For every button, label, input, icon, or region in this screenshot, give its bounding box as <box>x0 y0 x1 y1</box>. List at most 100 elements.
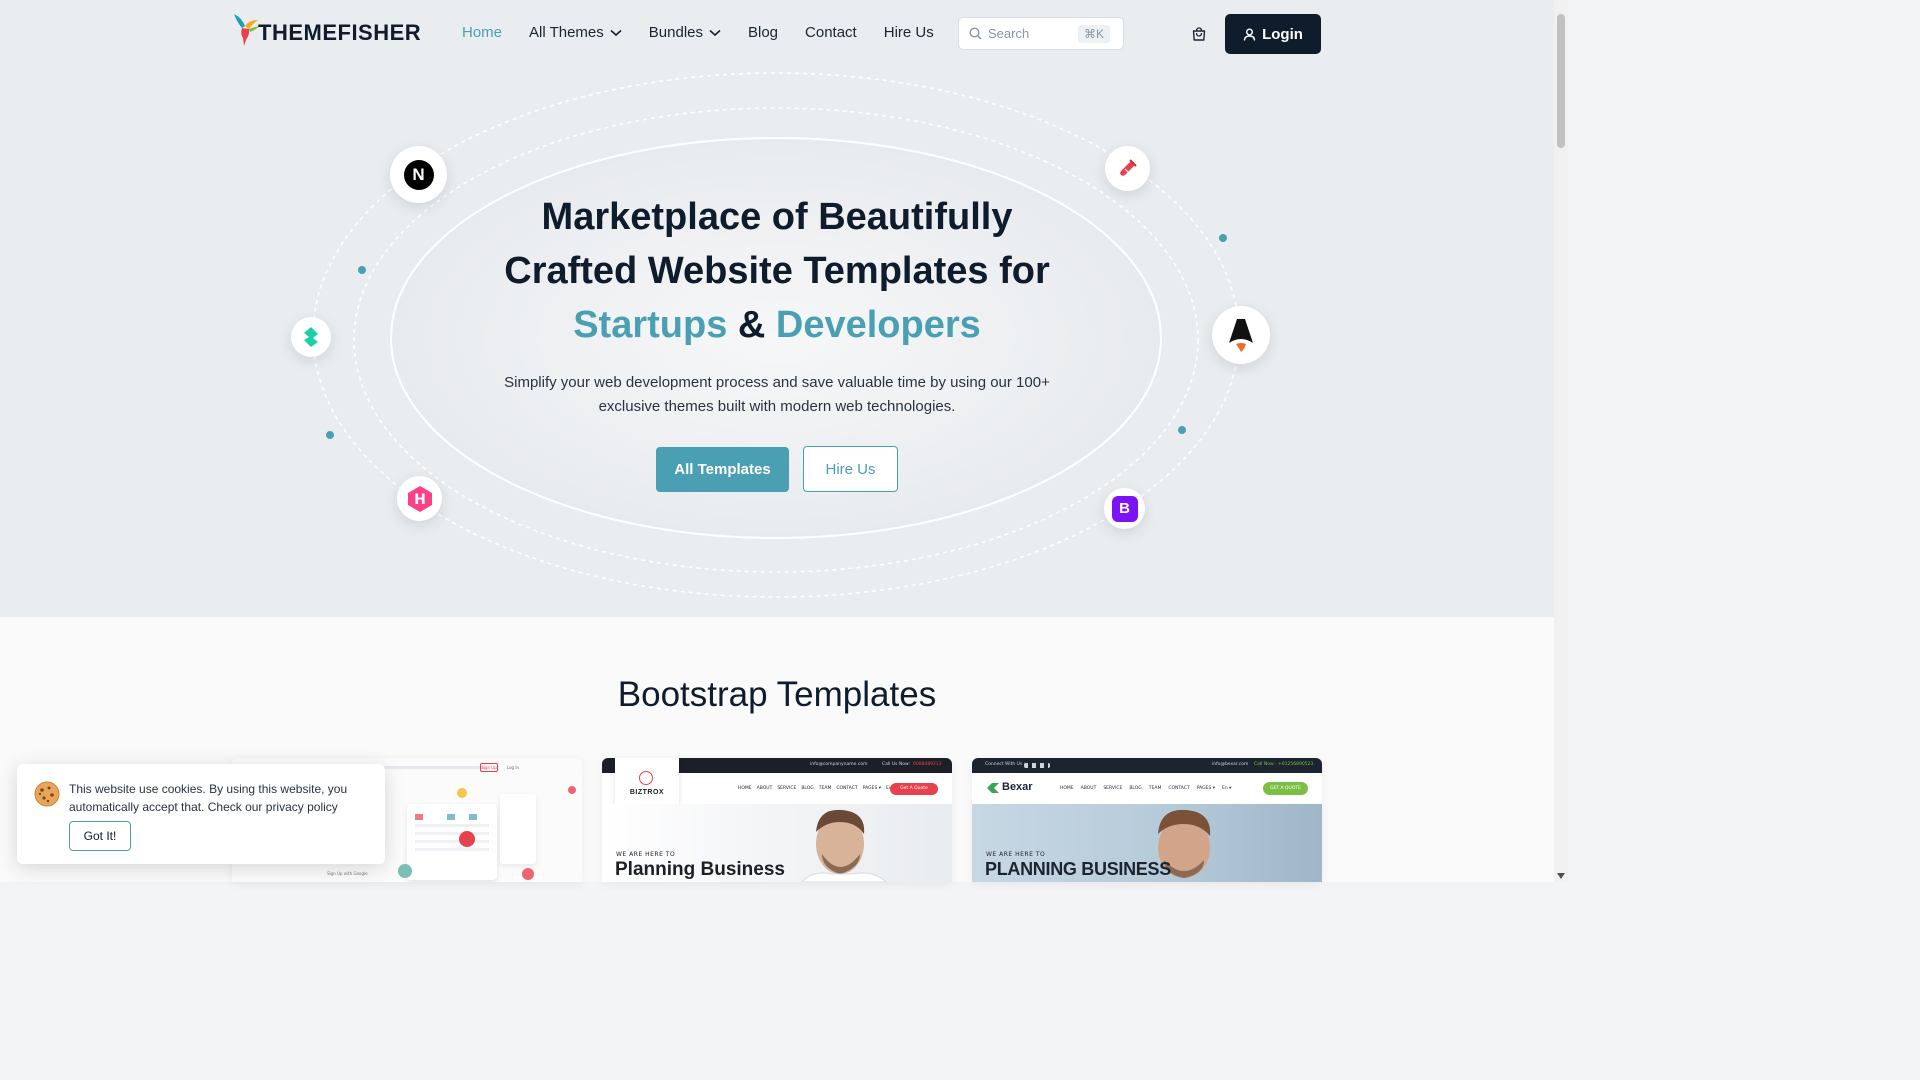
section-title: Bootstrap Templates <box>617 675 937 714</box>
template-card-bexar[interactable]: Connect With Us : info@bexar.com Call No… <box>972 758 1322 882</box>
bexar-kicker: WE ARE HERE TO <box>986 851 1046 858</box>
bexar-logo-text: Bexar <box>1002 781 1033 793</box>
bexar-topbar-connect: Connect With Us : <box>985 762 1026 767</box>
hugo-icon: H <box>397 476 442 521</box>
card1-menu-bar <box>384 766 484 769</box>
bexar-menu: HOME ABOUT SERVICE BLOG TEAM CONTACT PAG… <box>1060 786 1231 791</box>
logo[interactable]: THEMEFISHER <box>232 12 421 46</box>
biztrox-menu: HOME ABOUT SERVICE BLOG TEAM CONTACT PAG… <box>738 786 895 791</box>
biztrox-menu-item: ABOUT <box>756 786 773 791</box>
search-box[interactable]: ⌘K <box>958 17 1124 50</box>
biztrox-menu-item: PAGES ▾ <box>862 786 881 791</box>
main-nav: Home All Themes Bundles Blog Contact Hir… <box>462 24 961 41</box>
card1-side-panel <box>500 794 536 864</box>
cart-icon[interactable] <box>1191 26 1207 42</box>
cookie-icon <box>34 781 60 807</box>
bexar-menu-item: HOME <box>1060 786 1074 791</box>
biztrox-menu-item: CONTACT <box>836 786 858 791</box>
scroll-down-arrow-icon[interactable] <box>1557 873 1565 879</box>
nav-blog[interactable]: Blog <box>748 24 778 41</box>
nav-home[interactable]: Home <box>462 24 502 41</box>
cookie-banner: This website use cookies. By using this … <box>17 764 385 864</box>
bexar-logo-icon <box>987 783 999 793</box>
user-icon <box>1243 28 1256 41</box>
card1-dashboard-panel <box>407 804 497 880</box>
hero-title-line1: Marketplace of Beautifully <box>541 196 1013 238</box>
bexar-navbar: Bexar HOME ABOUT SERVICE BLOG TEAM CONTA… <box>972 773 1322 804</box>
hero-title-highlight-developers: Developers <box>775 304 981 346</box>
nav-contact-label: Contact <box>805 24 857 41</box>
biztrox-logo-text: BIZTROX <box>629 789 665 796</box>
search-input[interactable] <box>988 26 1074 41</box>
chevron-down-icon <box>610 29 622 36</box>
cookie-accept-button[interactable]: Got It! <box>69 821 131 851</box>
bexar-menu-item: En ▾ <box>1222 786 1232 791</box>
scrollbar-thumb[interactable] <box>1557 14 1565 148</box>
bexar-menu-item: SERVICE <box>1103 786 1123 791</box>
bolt-cms-icon <box>291 317 331 357</box>
card1-dot <box>568 786 576 794</box>
card1-login-link: Log In <box>506 765 520 770</box>
cookie-message: This website use cookies. By using this … <box>69 782 348 814</box>
search-shortcut-badge: ⌘K <box>1078 24 1111 43</box>
hero-title-line2: Crafted Website Templates for <box>504 250 1050 292</box>
scrollbar[interactable] <box>1554 0 1568 882</box>
biztrox-topbar-email: info@companyname.com <box>810 762 868 767</box>
bexar-menu-item: ABOUT <box>1080 786 1097 791</box>
bexar-topbar-email: info@bexar.com <box>1212 762 1249 767</box>
hero-title-ampersand: & <box>737 304 766 346</box>
nav-bundles-label: Bundles <box>648 24 703 41</box>
nav-home-label: Home <box>462 24 503 41</box>
hire-us-button[interactable]: Hire Us <box>803 446 898 492</box>
chevron-down-icon <box>709 29 721 36</box>
biztrox-topbar-phone: 0088489213 <box>913 762 942 767</box>
nextjs-logo: N <box>403 159 434 190</box>
search-icon <box>969 27 982 40</box>
card1-signup-btn: Sign Up <box>480 763 498 772</box>
bootstrap-logo: B <box>1111 495 1138 522</box>
bootstrap-icon: B <box>1104 488 1145 529</box>
biztrox-menu-item: SERVICE <box>777 786 797 791</box>
bexar-social-icons <box>1024 763 1050 768</box>
nav-hire-us[interactable]: Hire Us <box>884 24 934 41</box>
login-button[interactable]: Login <box>1225 14 1321 54</box>
hugo-letter: H <box>414 492 426 508</box>
biztrox-logo-box: BIZTROX <box>615 758 679 808</box>
businessman-photo <box>801 809 887 882</box>
card1-google-label: Sign Up with Google <box>327 871 368 876</box>
hero-subtitle: Simplify your web development process an… <box>504 374 1050 415</box>
biztrox-kicker: WE ARE HERE TO <box>616 851 676 858</box>
bexar-topbar-call: Call Now : +01256890523 <box>1254 762 1314 767</box>
bexar-menu-item: BLOG <box>1129 786 1142 791</box>
nav-blog-label: Blog <box>748 24 779 41</box>
card1-yellow-dot <box>457 788 467 798</box>
astro-icon <box>1212 306 1270 364</box>
bexar-menu-item: PAGES ▾ <box>1196 786 1215 791</box>
biztrox-menu-item: HOME <box>738 786 752 791</box>
logo-text: THEMEFISHER <box>258 20 422 45</box>
bexar-menu-item: TEAM <box>1148 786 1162 791</box>
nav-bundles[interactable]: Bundles <box>649 24 721 41</box>
biztrox-topbar-call: Call Us Now: <box>882 762 910 767</box>
bexar-headline: PLANNING BUSINESS <box>985 859 1171 879</box>
nav-contact[interactable]: Contact <box>805 24 857 41</box>
bexar-topbar: Connect With Us : info@bexar.com Call No… <box>972 758 1322 773</box>
biztrox-menu-item: TEAM <box>818 786 832 791</box>
card1-pink-dot <box>522 868 534 880</box>
nav-all-themes-label: All Themes <box>529 24 604 41</box>
biztrox-headline: Planning Business <box>615 859 785 880</box>
biztrox-menu-item: BLOG <box>801 786 814 791</box>
all-templates-button[interactable]: All Templates <box>656 447 789 492</box>
tailwind-test-tube-icon <box>1105 146 1150 191</box>
site-header: THEMEFISHER Home All Themes Bundles Blog… <box>0 0 1554 68</box>
hero-title-highlight-startups: Startups <box>573 304 728 346</box>
bexar-quote-button: GET A QUOTE <box>1263 782 1308 795</box>
biztrox-logo-icon <box>639 771 653 785</box>
nav-all-themes[interactable]: All Themes <box>529 24 622 41</box>
bexar-menu-item: CONTACT <box>1168 786 1190 791</box>
login-label: Login <box>1262 25 1303 43</box>
hero-section: N H B Marketplace of Beautifully Crafted… <box>0 0 1554 617</box>
hero-heading: Marketplace of Beautifully Crafted Websi… <box>377 190 1177 352</box>
template-card-biztrox[interactable]: info@companyname.com Call Us Now: 008848… <box>602 758 952 882</box>
biztrox-quote-button: Get A Quote <box>890 783 938 795</box>
